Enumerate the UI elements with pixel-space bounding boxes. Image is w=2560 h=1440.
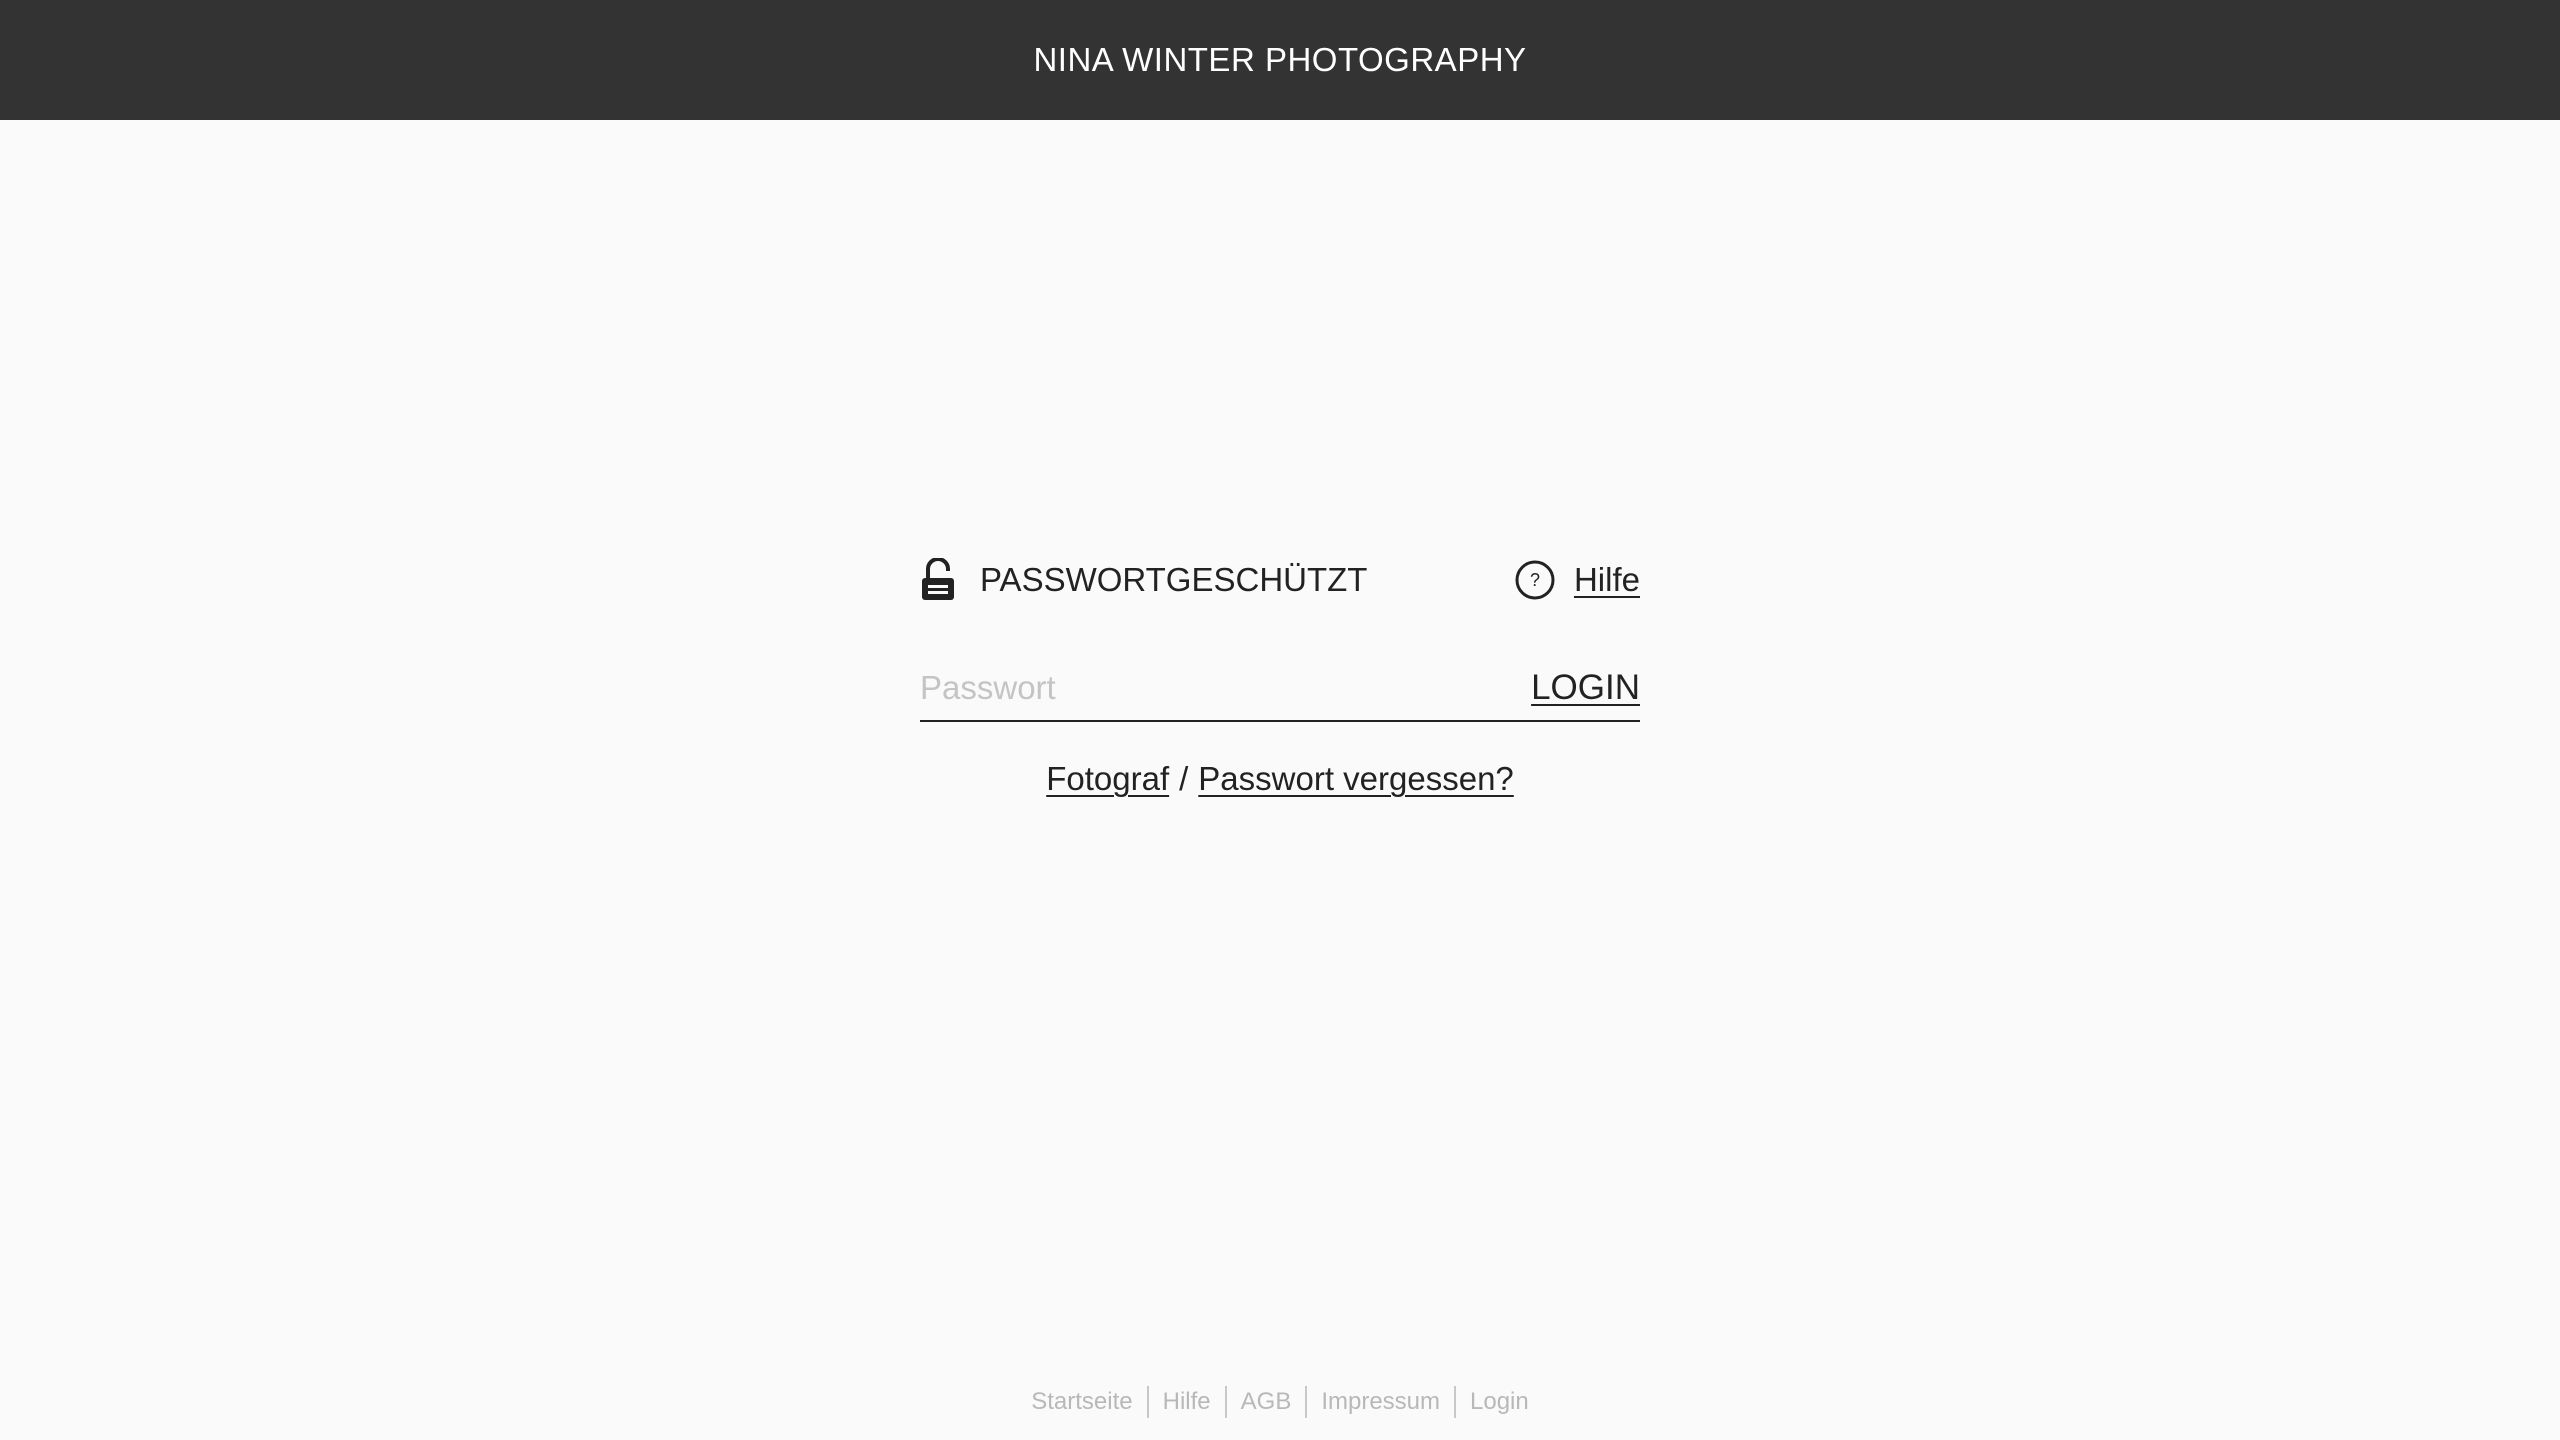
help-link-label: Hilfe <box>1573 561 1640 598</box>
login-button[interactable]: LOGIN <box>1531 668 1640 708</box>
password-row: LOGIN <box>920 656 1640 722</box>
password-input[interactable] <box>920 658 1532 718</box>
site-title: NINA WINTER PHOTOGRAPHY <box>1033 41 1527 78</box>
footer-link-agb[interactable]: AGB <box>1227 1388 1306 1416</box>
login-header-row: PASSWORTGESCHÜTZT ? Hilfe <box>920 550 1640 610</box>
site-header: NINA WINTER PHOTOGRAPHY <box>0 0 2560 120</box>
link-separator: / <box>1179 760 1189 797</box>
footer-link-startseite[interactable]: Startseite <box>1017 1388 1146 1416</box>
password-protected-label: PASSWORTGESCHÜTZT <box>920 558 1367 602</box>
svg-text:?: ? <box>1530 570 1540 590</box>
login-panel: PASSWORTGESCHÜTZT ? Hilfe LOGIN Fotograf… <box>920 550 1640 798</box>
lock-open-icon <box>920 558 956 602</box>
photographer-link[interactable]: Fotograf <box>1046 760 1169 797</box>
footer-link-hilfe[interactable]: Hilfe <box>1149 1388 1225 1416</box>
footer-link-impressum[interactable]: Impressum <box>1307 1388 1454 1416</box>
question-circle-icon: ? <box>1514 559 1556 601</box>
forgot-password-link[interactable]: Passwort vergessen? <box>1198 760 1513 797</box>
footer-nav: Startseite Hilfe AGB Impressum Login <box>0 1384 2560 1420</box>
footer-link-login[interactable]: Login <box>1456 1388 1543 1416</box>
secondary-links: Fotograf / Passwort vergessen? <box>920 760 1640 798</box>
protected-label-text: PASSWORTGESCHÜTZT <box>980 561 1368 598</box>
help-link[interactable]: ? Hilfe <box>1514 559 1640 601</box>
